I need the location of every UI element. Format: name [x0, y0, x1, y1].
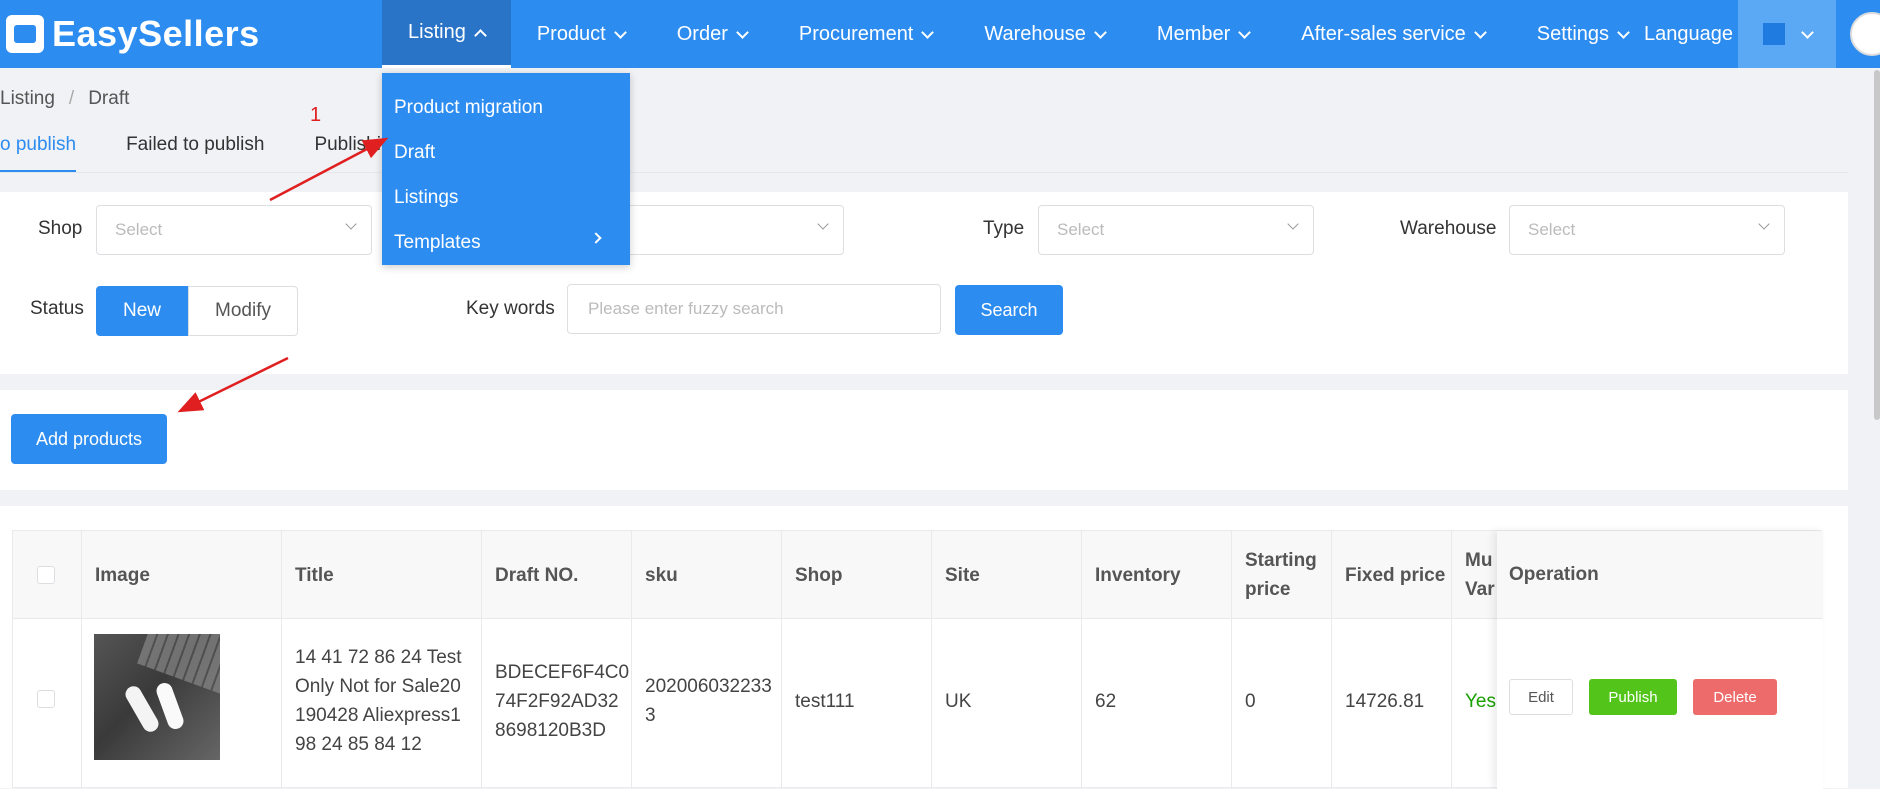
annotation-arrows [177, 137, 389, 413]
annotation-arrow-2 [177, 356, 289, 413]
annotation-arrow-1 [269, 137, 389, 202]
